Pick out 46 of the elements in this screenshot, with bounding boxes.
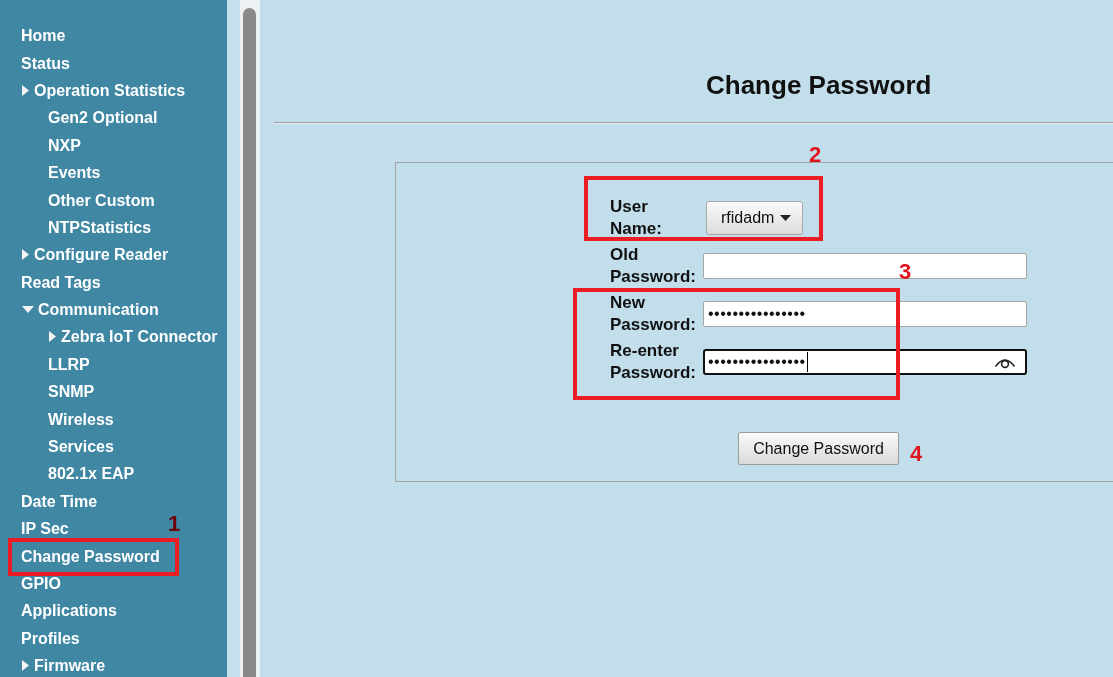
caret-right-icon[interactable]	[22, 660, 29, 672]
annotation-number: 4	[910, 442, 923, 466]
nav-link[interactable]: Communication	[21, 300, 159, 320]
nav-link[interactable]: Configure Reader	[21, 245, 169, 265]
nav-link[interactable]: Zebra IoT Connector	[48, 327, 218, 347]
nav-link[interactable]: GPIO	[21, 574, 61, 593]
nav-link[interactable]: SNMP	[48, 382, 95, 402]
caret-right-icon[interactable]	[49, 331, 56, 343]
field-label: Re-enter Password:	[610, 340, 697, 384]
change-password-button[interactable]: Change Password	[738, 432, 899, 465]
field-label: Old Password:	[610, 244, 697, 288]
nav-link[interactable]: Wireless	[48, 409, 114, 429]
nav-link[interactable]: LLRP	[48, 354, 90, 374]
password-field[interactable]	[703, 253, 1027, 279]
nav-link[interactable]: Events	[48, 163, 101, 183]
annotation-number: 2	[809, 143, 822, 167]
nav-link[interactable]: Profiles	[21, 628, 80, 648]
nav-link[interactable]: Services	[48, 437, 114, 457]
nav-link[interactable]: Gen2 Optional	[48, 108, 158, 128]
password-field[interactable]: ••••••••••••••••	[703, 301, 1027, 327]
nav-link[interactable]: IP Sec	[21, 519, 69, 539]
nav-link[interactable]: Date Time	[21, 491, 98, 511]
nav-link[interactable]: Read Tags	[21, 272, 101, 292]
nav-link[interactable]: Operation Statistics	[21, 80, 186, 100]
nav-link[interactable]: 802.1x EAP	[48, 464, 135, 484]
field-label: User Name:	[610, 196, 663, 240]
user-name-dropdown[interactable]: rfidadm	[706, 201, 804, 235]
text-cursor-icon	[806, 352, 809, 372]
nav-link[interactable]: NXP	[48, 135, 81, 155]
field-label: New Password:	[610, 292, 697, 336]
nav-link[interactable]: Firmware	[21, 656, 106, 676]
nav-link[interactable]: Home	[21, 26, 66, 46]
nav-link[interactable]: NTPStatistics	[48, 217, 152, 237]
nav-link[interactable]: Change Password	[21, 546, 160, 566]
annotation-number: 1	[168, 512, 181, 536]
scrollbar[interactable]	[240, 0, 260, 677]
caret-down-icon[interactable]	[780, 215, 792, 221]
page-title: Change Password	[706, 70, 932, 100]
caret-right-icon[interactable]	[22, 84, 29, 96]
annotation-number: 3	[899, 260, 912, 284]
scrollbar-thumb[interactable]	[243, 8, 256, 677]
nav-link[interactable]: Status	[21, 53, 70, 73]
caret-right-icon[interactable]	[22, 249, 29, 261]
nav-link[interactable]: Other Custom	[48, 190, 155, 210]
password-field[interactable]: ••••••••••••••••	[703, 349, 1027, 375]
nav-link[interactable]: Applications	[21, 601, 117, 621]
